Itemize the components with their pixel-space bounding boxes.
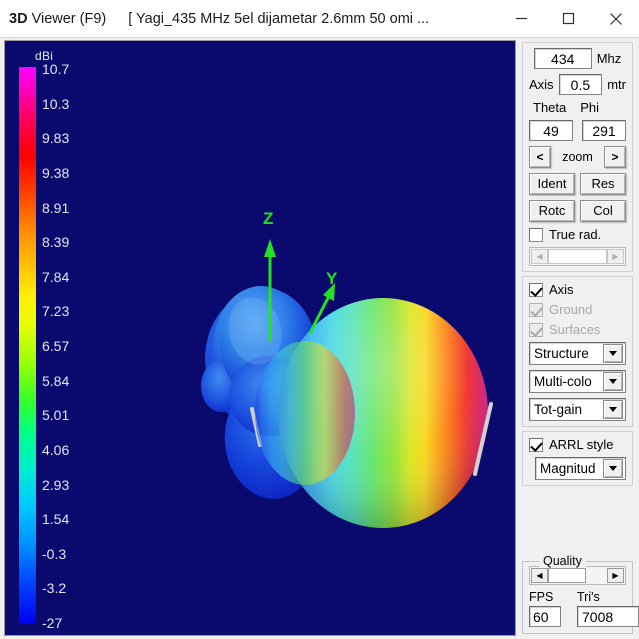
surfaces-option-checkbox-box [529,322,543,337]
frequency-input[interactable]: 434 [533,48,592,69]
control-sidebar: 434 Mhz Axis 0.5 mtr Theta Phi 49 291 < … [516,38,639,638]
ident-button[interactable]: Ident [529,173,575,195]
chevron-down-icon[interactable] [603,459,623,478]
3d-viewer-window: 3D Viewer (F9) [ Yagi_435 MHz 5el dijame… [0,0,639,639]
quality-slider-track[interactable] [548,568,607,583]
window-body: dBi 10.7 10.3 9.83 9.38 8.91 8.39 7.84 7.23 6.57… [0,38,639,639]
theta-input[interactable]: 49 [529,120,573,141]
phi-label: Phi [580,100,600,115]
fps-label: FPS [529,590,554,604]
quality-group: Quality ◀ ▶ FPS 60 Tri's 7008 [522,554,639,634]
axis-option-label: Axis [549,282,574,297]
ground-option-checkbox-box [529,302,543,317]
minimize-button[interactable] [498,0,545,38]
zoom-out-button[interactable]: < [529,146,551,168]
zoom-label: zoom [562,150,593,164]
axis-label: Axis [529,77,554,92]
gain-mode-dropdown-value: Tot-gain [534,402,583,417]
chevron-down-icon[interactable] [603,344,623,363]
app-name-prefix: 3D [9,10,28,27]
ground-option-checkbox: Ground [529,302,626,317]
tris-label: Tri's [577,590,600,604]
app-name-rest: Viewer (F9) [27,10,107,27]
true-rad-scrollbar[interactable]: ◀ ▶ [529,247,626,266]
document-title: [ Yagi_435 MHz 5el dijametar 2.6mm 50 om… [128,10,430,27]
angle-labels-row: Theta Phi [529,100,626,115]
stats-row: FPS 60 Tri's 7008 [529,590,639,627]
chevron-down-icon[interactable] [603,372,623,391]
color-mode-dropdown[interactable]: Multi-colo [529,370,626,393]
chevron-down-icon[interactable] [603,400,623,419]
frequency-unit-label: Mhz [596,51,622,66]
tris-stat: Tri's 7008 [567,590,639,627]
surfaces-option-label: Surfaces [549,322,601,337]
tris-value: 7008 [577,606,639,627]
title-bar: 3D Viewer (F9) [ Yagi_435 MHz 5el dijame… [0,0,639,38]
true-rad-scroll-track[interactable] [548,249,607,264]
axis-row: Axis 0.5 mtr [529,74,626,95]
frequency-row: 434 Mhz [529,48,626,69]
arrl-style-label: ARRL style [549,437,614,452]
quality-legend: Quality [539,554,586,568]
true-rad-scroll-thumb[interactable] [548,249,607,264]
close-button[interactable] [592,0,639,38]
quality-slider[interactable]: ◀ ▶ [529,566,626,585]
axis-input[interactable]: 0.5 [558,74,603,95]
res-button[interactable]: Res [580,173,626,195]
arrl-style-checkbox[interactable]: ARRL style [529,437,626,452]
phi-input[interactable]: 291 [582,120,626,141]
col-button[interactable]: Col [580,200,626,222]
arrl-style-group: ARRL style Magnitud [522,431,633,486]
z-axis-label: Z [263,209,274,228]
true-rad-scroll-left-icon[interactable]: ◀ [531,249,548,264]
true-rad-checkbox[interactable]: True rad. [529,227,626,242]
axis-option-checkbox[interactable]: Axis [529,282,626,297]
structure-dropdown[interactable]: Structure [529,342,626,365]
app-name: 3D Viewer (F9) [0,11,106,27]
angle-inputs-row: 49 291 [529,120,626,141]
theta-label: Theta [533,100,567,115]
axis-unit-label: mtr [607,77,626,92]
zoom-row: < zoom > [529,146,626,168]
display-options-group: Axis Ground Surfaces Structure Multi-col… [522,276,633,427]
y-axis-label: Y [326,269,338,288]
quality-decrease-icon[interactable]: ◀ [531,568,548,583]
quality-increase-icon[interactable]: ▶ [607,568,624,583]
3d-viewport[interactable]: dBi 10.7 10.3 9.83 9.38 8.91 8.39 7.84 7.23 6.57… [4,40,516,636]
arrl-style-checkbox-box [529,437,543,452]
axis-option-checkbox-box [529,282,543,297]
surfaces-option-checkbox: Surfaces [529,322,626,337]
window-controls [498,0,639,38]
ground-option-label: Ground [549,302,593,317]
color-mode-dropdown-value: Multi-colo [534,374,592,389]
quality-slider-thumb[interactable] [548,568,586,583]
plot-mode-dropdown[interactable]: Magnitud [535,457,626,480]
rotc-button[interactable]: Rotc [529,200,575,222]
maximize-button[interactable] [545,0,592,38]
zoom-in-button[interactable]: > [604,146,626,168]
fps-value: 60 [529,606,561,627]
ident-res-row: Ident Res [529,173,626,195]
true-rad-checkbox-box [529,227,543,242]
view-controls-group: 434 Mhz Axis 0.5 mtr Theta Phi 49 291 < … [522,42,633,272]
structure-dropdown-value: Structure [534,346,589,361]
true-rad-label: True rad. [549,227,602,242]
fps-stat: FPS 60 [529,590,561,627]
rotc-col-row: Rotc Col [529,200,626,222]
true-rad-scroll-right-icon[interactable]: ▶ [607,249,624,264]
gain-mode-dropdown[interactable]: Tot-gain [529,398,626,421]
plot-mode-dropdown-value: Magnitud [540,461,596,476]
radiation-pattern [201,239,493,528]
